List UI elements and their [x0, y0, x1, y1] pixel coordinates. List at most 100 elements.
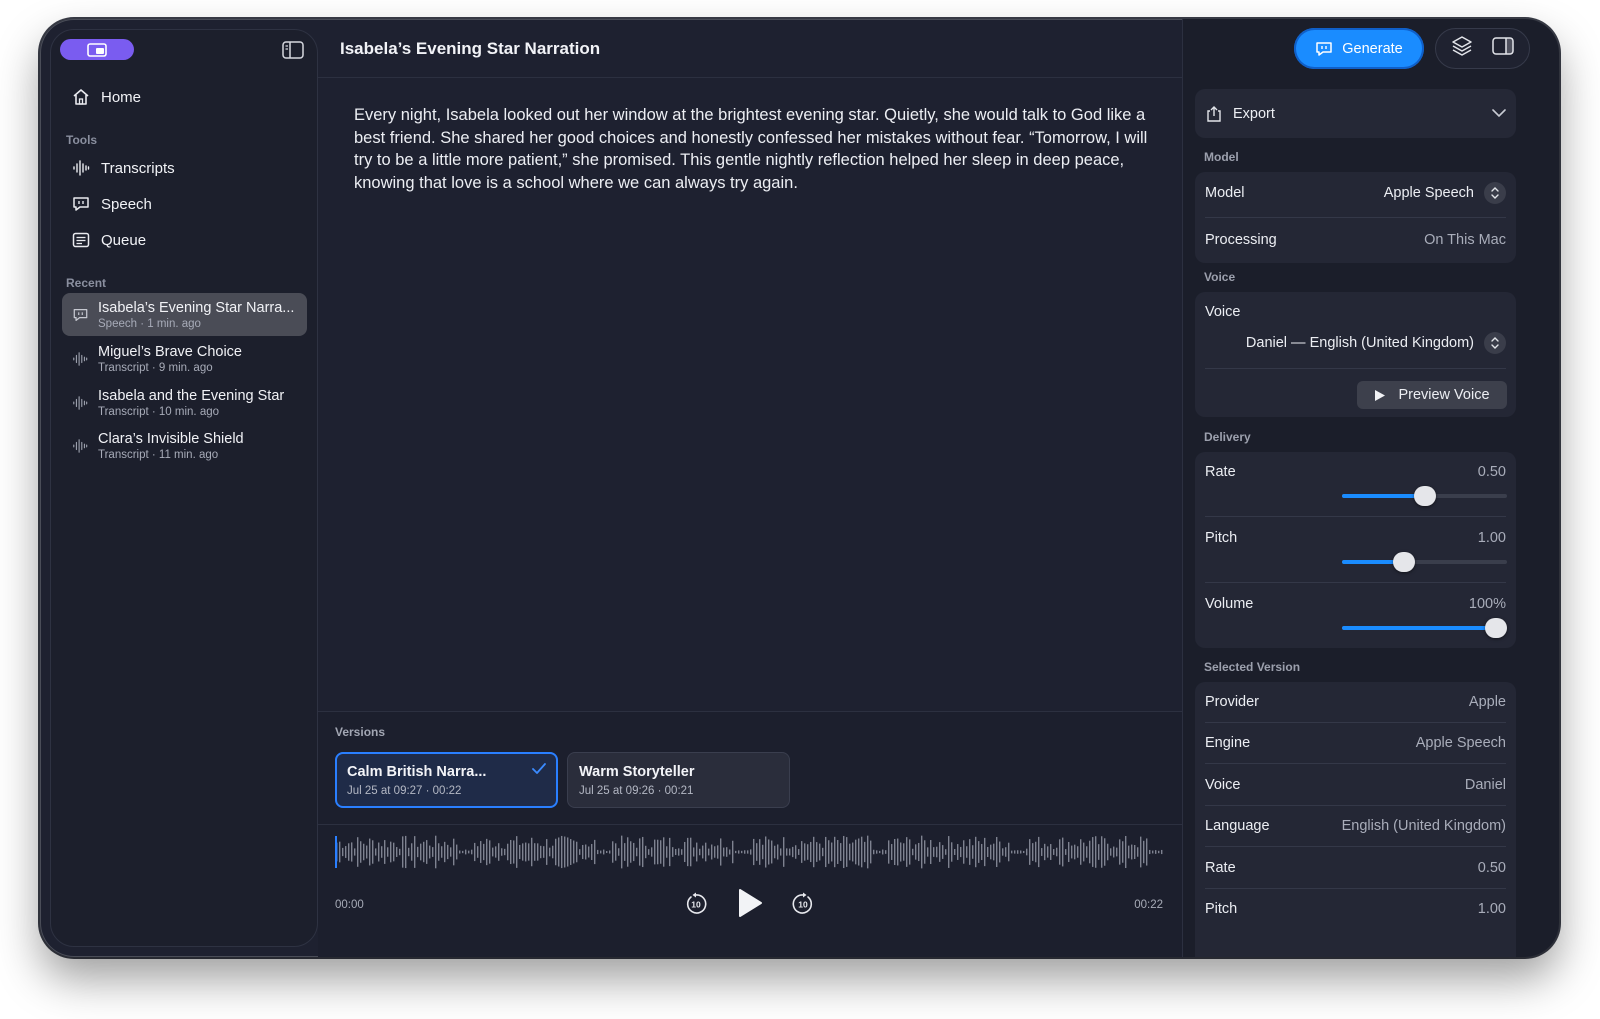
toggle-sidebar-button[interactable] — [282, 41, 304, 59]
version-card[interactable]: Warm Storyteller Jul 25 at 09:26 · 00:21 — [567, 752, 790, 808]
waveform-bar — [678, 848, 680, 856]
recent-item[interactable]: Isabela and the Evening Star Transcript … — [62, 381, 307, 424]
waveform-bar — [357, 837, 359, 867]
sidebar-item-queue[interactable]: Queue — [71, 226, 146, 254]
waveform-bar — [648, 849, 650, 855]
waveform-bar — [762, 844, 764, 860]
waveform-bar — [900, 842, 902, 862]
audio-waveform[interactable] — [335, 834, 1163, 870]
waveform-bar — [786, 848, 788, 856]
waveform-bar — [576, 841, 578, 863]
recent-item-title: Miguel’s Brave Choice — [98, 343, 242, 360]
waveform-bar — [765, 836, 767, 868]
waveform-bar — [675, 848, 677, 856]
up-down-chevron-icon — [1484, 182, 1506, 204]
waveform-bar — [558, 837, 560, 867]
waveform-bar — [624, 843, 626, 861]
waveform-bar — [1134, 845, 1136, 859]
detail-value: Apple — [1468, 694, 1506, 710]
preview-voice-button[interactable]: Preview Voice — [1357, 381, 1507, 409]
row-divider — [1205, 582, 1506, 583]
waveform-bar — [510, 839, 512, 865]
waveform-bar — [870, 840, 872, 864]
waveform-icon — [62, 395, 98, 411]
waveform-bar — [978, 841, 980, 863]
waveform-bar — [1023, 850, 1025, 854]
screen-icon — [87, 42, 107, 57]
export-dropdown[interactable]: Export — [1195, 89, 1516, 138]
recent-item-title: Clara’s Invisible Shield — [98, 430, 244, 447]
volume-slider[interactable] — [1342, 618, 1507, 638]
waveform-bar — [561, 835, 563, 869]
waveform-bar — [1053, 849, 1055, 855]
waveform-bar — [417, 846, 419, 858]
voice-select[interactable]: Daniel — English (United Kingdom) — [1205, 332, 1506, 354]
waveform-bar — [606, 850, 608, 854]
waveform-bar — [768, 839, 770, 865]
slider-knob[interactable] — [1485, 618, 1507, 638]
sidebar-item-home[interactable]: Home — [71, 83, 141, 111]
waveform-bar — [1002, 848, 1004, 856]
detail-row: Language English (United Kingdom) — [1205, 815, 1506, 837]
document-text-editor[interactable]: Every night, Isabela looked out her wind… — [354, 104, 1154, 194]
layers-button[interactable] — [1451, 35, 1473, 62]
toggle-inspector-button[interactable] — [1492, 37, 1514, 60]
skip-back-button[interactable]: 10 — [684, 892, 708, 916]
waveform-bar — [867, 835, 869, 869]
pitch-slider[interactable] — [1342, 552, 1507, 572]
waveform-bar — [441, 846, 443, 858]
waveform-bar — [555, 838, 557, 866]
waveform-bar — [1068, 841, 1070, 863]
waveform-bar — [717, 845, 719, 859]
waveform-bar — [375, 848, 377, 856]
waveform-bar — [414, 836, 416, 868]
waveform-bar — [924, 840, 926, 864]
sidebar-item-transcripts[interactable]: Transcripts — [71, 154, 175, 182]
recent-item[interactable]: Miguel’s Brave Choice Transcript · 9 min… — [62, 337, 307, 380]
play-button[interactable] — [736, 887, 764, 919]
voice-section-label: Voice — [1204, 270, 1236, 284]
waveform-bar — [843, 835, 845, 869]
waveform-bar — [363, 843, 365, 861]
waveform-bar — [951, 842, 953, 862]
waveform-bar — [969, 839, 971, 865]
waveform-bar — [612, 841, 614, 863]
waveform-bar — [1161, 849, 1163, 855]
waveform-bar — [1014, 850, 1016, 854]
model-select[interactable]: Apple Speech — [1384, 182, 1506, 204]
waveform-bar — [825, 836, 827, 868]
waveform-bar — [1122, 841, 1124, 863]
generate-button[interactable]: Generate — [1294, 28, 1424, 69]
version-card[interactable]: Calm British Narra... Jul 25 at 09:27 · … — [335, 752, 558, 808]
detail-label: Pitch — [1205, 901, 1238, 917]
waveform-bar — [525, 842, 527, 862]
skip-forward-button[interactable]: 10 — [791, 892, 815, 916]
playhead[interactable] — [335, 836, 337, 868]
recent-item[interactable]: Clara’s Invisible Shield Transcript · 11… — [62, 424, 307, 467]
waveform-bar — [597, 849, 599, 855]
waveform-bar — [744, 850, 746, 854]
waveform-bar — [1116, 847, 1118, 857]
waveform-bar — [888, 840, 890, 864]
version-meta: Jul 25 at 09:26 · 00:21 — [579, 785, 694, 797]
waveform-bar — [615, 843, 617, 861]
app-switcher-button[interactable] — [60, 39, 134, 60]
waveform-bar — [990, 844, 992, 860]
model-row: Model Apple Speech — [1205, 182, 1506, 204]
versions-panel: Versions Calm British Narra... Jul 25 at… — [318, 711, 1182, 957]
waveform-bar — [849, 843, 851, 861]
waveform-bar — [1077, 846, 1079, 858]
waveform-bar — [876, 850, 878, 854]
rate-slider[interactable] — [1342, 486, 1507, 506]
play-icon — [1375, 389, 1386, 401]
slider-knob[interactable] — [1393, 552, 1416, 572]
voice-value: Daniel — English (United Kingdom) — [1245, 335, 1474, 351]
waveform-bar — [981, 843, 983, 861]
recent-item[interactable]: Isabela’s Evening Star Narra... Speech ·… — [62, 293, 307, 336]
recent-item-subtitle: Speech · 1 min. ago — [98, 317, 201, 330]
waveform-bar — [585, 844, 587, 860]
waveform-bar — [792, 846, 794, 858]
slider-knob[interactable] — [1413, 486, 1436, 506]
waveform-bar — [879, 850, 881, 854]
sidebar-item-speech[interactable]: Speech — [71, 190, 152, 218]
